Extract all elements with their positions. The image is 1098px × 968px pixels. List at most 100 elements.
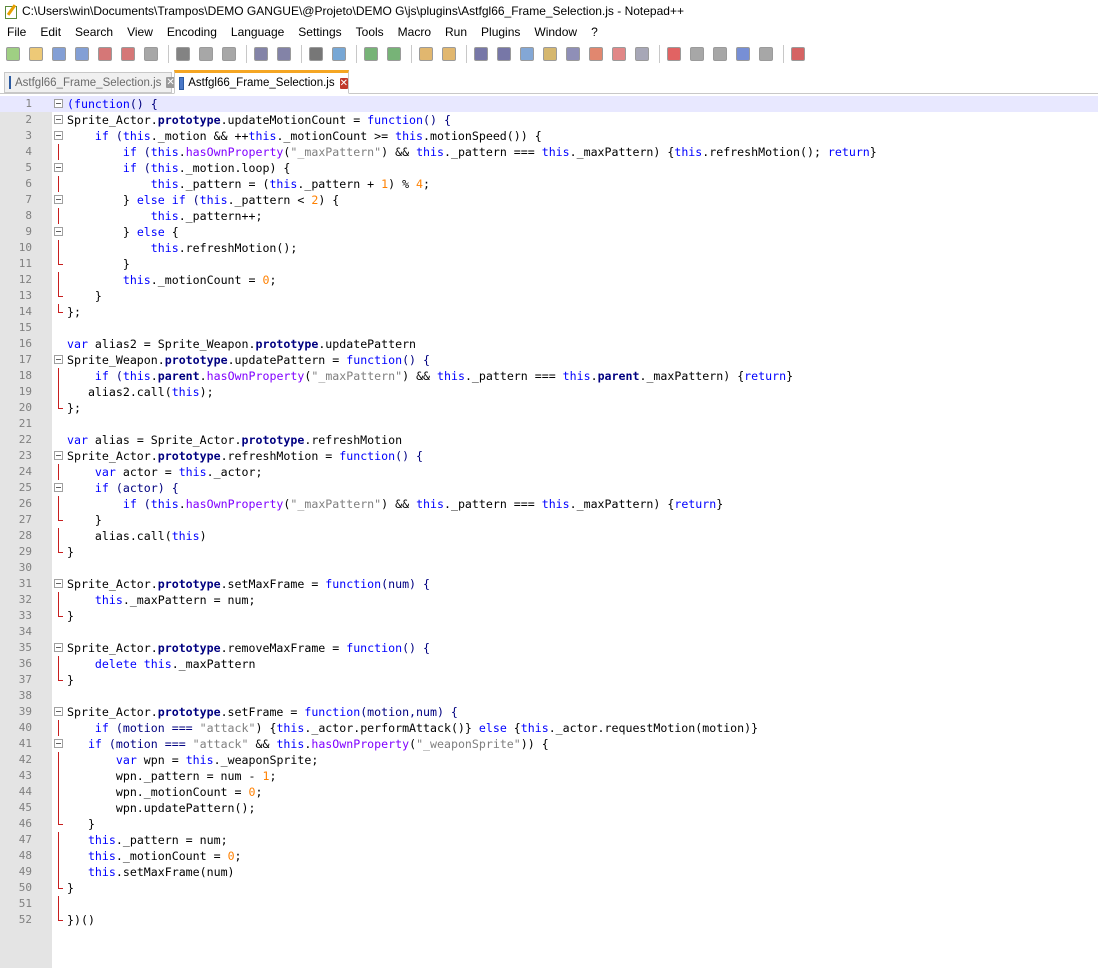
menu-settings[interactable]: Settings xyxy=(291,22,348,42)
code-line[interactable]: 33} xyxy=(0,608,1098,624)
fold-toggle-icon[interactable] xyxy=(54,480,63,496)
code-line[interactable]: 7 } else if (this._pattern < 2) { xyxy=(0,192,1098,208)
code-line[interactable]: 49 this.setMaxFrame(num) xyxy=(0,864,1098,880)
menu-plugins[interactable]: Plugins xyxy=(474,22,527,42)
fold-toggle-icon[interactable] xyxy=(54,576,63,592)
code-line[interactable]: 37} xyxy=(0,672,1098,688)
print-icon[interactable] xyxy=(141,44,161,64)
code-line[interactable]: 44 wpn._motionCount = 0; xyxy=(0,784,1098,800)
function-list-icon[interactable] xyxy=(586,44,606,64)
code-line[interactable]: 34 xyxy=(0,624,1098,640)
code-line[interactable]: 48 this._motionCount = 0; xyxy=(0,848,1098,864)
code-line[interactable]: 35 Sprite_Actor.prototype.removeMaxFrame … xyxy=(0,640,1098,656)
code-line[interactable]: 41 if (motion === "attack" && this.hasOw… xyxy=(0,736,1098,752)
code-line[interactable]: 6 this._pattern = (this._pattern + 1) % … xyxy=(0,176,1098,192)
zoom-out-icon[interactable] xyxy=(384,44,404,64)
menu-window[interactable]: Window xyxy=(527,22,584,42)
code-line[interactable]: 4 if (this.hasOwnProperty("_maxPattern")… xyxy=(0,144,1098,160)
code-line[interactable]: 20}; xyxy=(0,400,1098,416)
undo-icon[interactable] xyxy=(251,44,271,64)
save-macro-icon[interactable] xyxy=(756,44,776,64)
code-line[interactable]: 29} xyxy=(0,544,1098,560)
fold-toggle-icon[interactable] xyxy=(54,112,63,128)
code-line[interactable]: 32 this._maxPattern = num; xyxy=(0,592,1098,608)
zoom-in-icon[interactable] xyxy=(361,44,381,64)
code-line[interactable]: 5 if (this._motion.loop) { xyxy=(0,160,1098,176)
code-line[interactable]: 25 if (actor) { xyxy=(0,480,1098,496)
code-line[interactable]: 40 if (motion === "attack") {this._actor… xyxy=(0,720,1098,736)
code-line[interactable]: 52})() xyxy=(0,912,1098,928)
new-file-icon[interactable] xyxy=(3,44,23,64)
menu-language[interactable]: Language xyxy=(224,22,291,42)
code-line[interactable]: 50} xyxy=(0,880,1098,896)
code-line[interactable]: 1 (function() { xyxy=(0,96,1098,112)
code-line[interactable]: 43 wpn._pattern = num - 1; xyxy=(0,768,1098,784)
code-line[interactable]: 10 this.refreshMotion(); xyxy=(0,240,1098,256)
indent-guide-icon[interactable] xyxy=(517,44,537,64)
code-line[interactable]: 27 } xyxy=(0,512,1098,528)
menu-search[interactable]: Search xyxy=(68,22,120,42)
code-line[interactable]: 8 this._pattern++; xyxy=(0,208,1098,224)
fold-toggle-icon[interactable] xyxy=(54,352,63,368)
fold-toggle-icon[interactable] xyxy=(54,160,63,176)
code-line[interactable]: 38 xyxy=(0,688,1098,704)
fold-toggle-icon[interactable] xyxy=(54,704,63,720)
sync-horizontal-icon[interactable] xyxy=(439,44,459,64)
menu-view[interactable]: View xyxy=(120,22,160,42)
code-line[interactable]: 46 } xyxy=(0,816,1098,832)
code-line[interactable]: 36 delete this._maxPattern xyxy=(0,656,1098,672)
menu-macro[interactable]: Macro xyxy=(391,22,438,42)
code-line[interactable]: 26 if (this.hasOwnProperty("_maxPattern"… xyxy=(0,496,1098,512)
code-line[interactable]: 31 Sprite_Actor.prototype.setMaxFrame = f… xyxy=(0,576,1098,592)
record-macro-icon[interactable] xyxy=(664,44,684,64)
code-line[interactable]: 13 } xyxy=(0,288,1098,304)
code-line[interactable]: 45 wpn.updatePattern(); xyxy=(0,800,1098,816)
code-line[interactable]: 18 if (this.parent.hasOwnProperty("_maxP… xyxy=(0,368,1098,384)
find-icon[interactable] xyxy=(306,44,326,64)
save-all-icon[interactable] xyxy=(72,44,92,64)
save-icon[interactable] xyxy=(49,44,69,64)
code-line[interactable]: 19 alias2.call(this); xyxy=(0,384,1098,400)
fold-toggle-icon[interactable] xyxy=(54,96,63,112)
sync-vertical-icon[interactable] xyxy=(416,44,436,64)
redo-icon[interactable] xyxy=(274,44,294,64)
fold-toggle-icon[interactable] xyxy=(54,448,63,464)
paste-icon[interactable] xyxy=(219,44,239,64)
folder-as-workspace-icon[interactable] xyxy=(609,44,629,64)
play-macro-icon[interactable] xyxy=(710,44,730,64)
menu-tools[interactable]: Tools xyxy=(349,22,391,42)
show-all-characters-icon[interactable] xyxy=(494,44,514,64)
code-line[interactable]: 23 Sprite_Actor.prototype.refreshMotion =… xyxy=(0,448,1098,464)
code-line[interactable]: 30 xyxy=(0,560,1098,576)
spellcheck-icon[interactable] xyxy=(788,44,808,64)
fold-toggle-icon[interactable] xyxy=(54,224,63,240)
replace-icon[interactable] xyxy=(329,44,349,64)
tab-astfgl66-active[interactable]: Astfgl66_Frame_Selection.js ✕ xyxy=(174,70,349,94)
menu-encoding[interactable]: Encoding xyxy=(160,22,224,42)
fold-toggle-icon[interactable] xyxy=(54,192,63,208)
copy-icon[interactable] xyxy=(196,44,216,64)
menu-file[interactable]: File xyxy=(0,22,33,42)
code-line[interactable]: 51 xyxy=(0,896,1098,912)
code-line[interactable]: 17 Sprite_Weapon.prototype.updatePattern … xyxy=(0,352,1098,368)
code-line[interactable]: 15 xyxy=(0,320,1098,336)
code-line[interactable]: 42 var wpn = this._weaponSprite; xyxy=(0,752,1098,768)
code-line[interactable]: 14}; xyxy=(0,304,1098,320)
open-file-icon[interactable] xyxy=(26,44,46,64)
menu-edit[interactable]: Edit xyxy=(33,22,68,42)
close-all-icon[interactable] xyxy=(118,44,138,64)
run-macro-multiple-icon[interactable] xyxy=(733,44,753,64)
tab-astfgl66-inactive[interactable]: Astfgl66_Frame_Selection.js ✕ xyxy=(4,72,175,93)
cut-icon[interactable] xyxy=(173,44,193,64)
code-line[interactable]: 3 if (this._motion && ++this._motionCoun… xyxy=(0,128,1098,144)
document-map-icon[interactable] xyxy=(563,44,583,64)
close-icon[interactable] xyxy=(95,44,115,64)
code-line[interactable]: 39 Sprite_Actor.prototype.setFrame = func… xyxy=(0,704,1098,720)
fold-toggle-icon[interactable] xyxy=(54,128,63,144)
menu-help[interactable]: ? xyxy=(584,22,605,42)
user-defined-language-icon[interactable] xyxy=(540,44,560,64)
code-line[interactable]: 24 var actor = this._actor; xyxy=(0,464,1098,480)
code-editor[interactable]: 1 (function() {2 Sprite_Actor.prototype.up… xyxy=(0,96,1098,968)
menu-run[interactable]: Run xyxy=(438,22,474,42)
code-line[interactable]: 9 } else { xyxy=(0,224,1098,240)
